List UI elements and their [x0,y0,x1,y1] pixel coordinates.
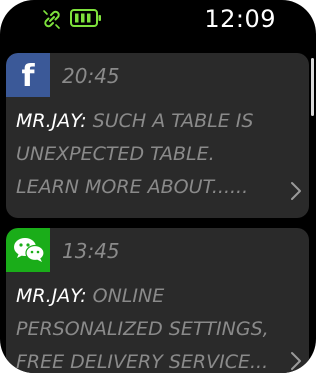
notification-time: 20:45 [62,64,120,88]
notification-sender: MR.JAY: [16,110,87,132]
status-bar: 12:09 [0,0,316,42]
chevron-right-icon[interactable] [289,351,303,371]
notification-time: 13:45 [62,239,120,263]
facebook-icon: f [6,53,50,97]
notification-message: MR.JAY: ONLINE PERSONALIZED SETTINGS, FR… [16,280,301,373]
notification-card-wechat[interactable]: 13:45 MR.JAY: ONLINE PERSONALIZED SETTIN… [6,228,309,373]
notification-message: MR.JAY: SUCH A TABLE IS UNEXPECTED TABLE… [16,105,301,204]
watch-screen: 12:09 f 20:45 MR.JAY: SUCH A TABLE IS UN… [0,0,316,373]
wechat-icon [6,228,50,272]
scrollbar[interactable] [311,58,314,116]
clock-time: 12:09 [204,5,276,33]
link-icon [40,7,64,31]
notification-sender: MR.JAY: [16,285,87,307]
chevron-right-icon[interactable] [289,181,303,201]
battery-icon [70,9,102,27]
notification-card-facebook[interactable]: f 20:45 MR.JAY: SUCH A TABLE IS UNEXPECT… [6,53,309,218]
facebook-icon-letter: f [21,59,35,94]
